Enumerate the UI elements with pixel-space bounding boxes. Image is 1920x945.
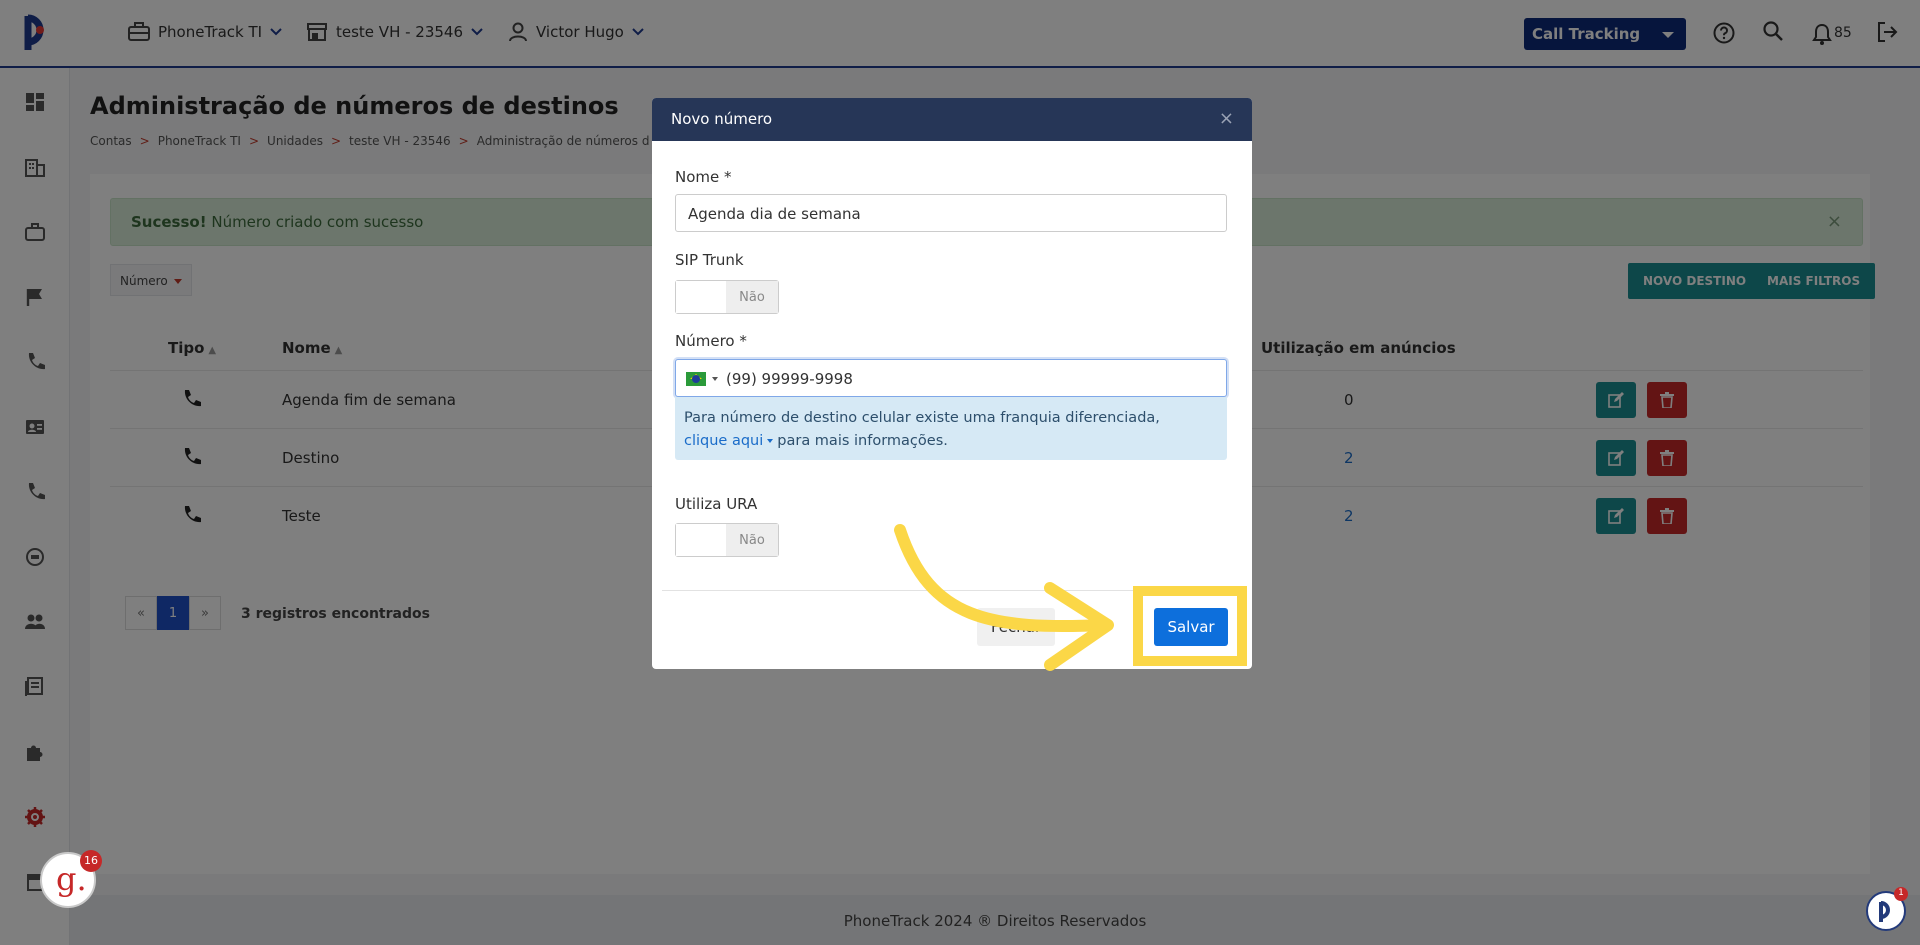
info-message: Para número de destino celular existe um…	[675, 397, 1227, 460]
toggle-knob	[676, 281, 728, 313]
toggle-state: Não	[726, 524, 778, 556]
phonetrack-logo-icon	[1879, 901, 1890, 922]
ura-label: Utiliza URA	[675, 495, 758, 513]
close-icon[interactable]: ×	[1219, 108, 1234, 129]
numero-label: Número *	[675, 332, 747, 350]
sip-trunk-label: SIP Trunk	[675, 251, 744, 269]
caret-down-icon	[712, 377, 718, 381]
sip-trunk-toggle[interactable]: Não	[675, 280, 779, 314]
guide-launcher[interactable]: g. 16	[40, 850, 102, 908]
help-count-badge: 1	[1894, 887, 1908, 901]
caret-down-icon	[767, 439, 774, 443]
toggle-knob	[676, 524, 728, 556]
brazil-flag-icon[interactable]	[686, 372, 706, 386]
guide-count-badge: 16	[80, 850, 102, 872]
tutorial-highlight	[1133, 586, 1247, 666]
help-chat-button[interactable]: 1	[1866, 887, 1908, 931]
modal-title: Novo número	[671, 110, 773, 128]
nome-input[interactable]: Agenda dia de semana	[675, 194, 1227, 232]
numero-value: (99) 99999-9998	[726, 370, 853, 388]
info-text: Para número de destino celular existe um…	[684, 410, 1160, 426]
tutorial-arrow-icon	[894, 524, 1114, 671]
modal-header: Novo número ×	[652, 98, 1252, 141]
toggle-state: Não	[726, 281, 778, 313]
info-link[interactable]: clique aqui	[684, 433, 763, 449]
ura-toggle[interactable]: Não	[675, 523, 779, 557]
nome-label: Nome *	[675, 168, 732, 186]
info-tail: para mais informações.	[777, 433, 948, 449]
numero-input[interactable]: (99) 99999-9998	[675, 359, 1227, 397]
